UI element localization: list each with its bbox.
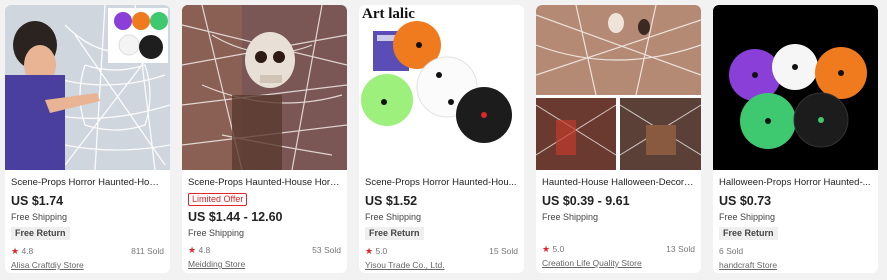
product-title[interactable]: Scene-Props Haunted-House Horro...: [188, 177, 341, 189]
free-return-badge: Free Return: [11, 227, 70, 240]
rating-value: 4.8: [198, 245, 211, 255]
product-title[interactable]: Scene-Props Horror Haunted-House...: [11, 177, 164, 189]
rating-row: ★ 5.0 15 Sold: [365, 246, 518, 257]
sold-count: 811 Sold: [131, 246, 164, 256]
product-image[interactable]: [5, 5, 170, 170]
shipping-label: Free Shipping: [188, 228, 245, 238]
product-title[interactable]: Halloween-Props Horror Haunted-...: [719, 177, 872, 189]
free-return-badge: Free Return: [719, 227, 778, 240]
star-icon: ★: [11, 246, 20, 256]
rating-row: 6 Sold: [719, 246, 872, 257]
image-caption: Art lalic: [362, 6, 415, 22]
product-card[interactable]: Scene-Props Horror Haunted-House... US $…: [5, 5, 170, 273]
product-price: US $1.44 - 12.60: [188, 210, 283, 224]
sold-count: 15 Sold: [489, 246, 518, 256]
product-card[interactable]: Haunted-House Halloween-Decora... US $0.…: [536, 5, 701, 273]
rating-value: 5.0: [375, 246, 388, 256]
rating: ★ 5.0: [542, 244, 564, 255]
sold-count: 53 Sold: [312, 245, 341, 255]
store-link[interactable]: handcraft Store: [719, 260, 872, 271]
product-card[interactable]: Art lalic Scene-Props Horror Haunted-Hou…: [359, 5, 524, 273]
shipping-label: Free Shipping: [542, 212, 599, 222]
shipping-label: Free Shipping: [719, 212, 776, 222]
store-link[interactable]: Alisa Craftdiy Store: [11, 260, 164, 271]
product-card[interactable]: Scene-Props Haunted-House Horro... Limit…: [182, 5, 347, 273]
product-image[interactable]: Art lalic: [359, 5, 524, 170]
rating: ★ 4.8: [188, 245, 210, 256]
free-return-badge: Free Return: [365, 227, 424, 240]
rating-row: ★ 5.0 13 Sold: [542, 244, 695, 255]
product-image[interactable]: [713, 5, 878, 170]
limited-offer-badge: Limited Offer: [188, 193, 248, 206]
sold-count: 13 Sold: [666, 244, 695, 254]
store-link[interactable]: Meidding Store: [188, 259, 341, 270]
product-price: US $1.74: [11, 194, 64, 208]
rating-value: 4.8: [21, 246, 34, 256]
star-icon: ★: [365, 246, 374, 256]
shipping-label: Free Shipping: [11, 212, 68, 222]
rating: ★ 5.0: [365, 246, 387, 257]
product-image[interactable]: [182, 5, 347, 170]
store-link[interactable]: Creation Life Quality Store: [542, 258, 695, 269]
product-image[interactable]: [536, 5, 701, 170]
sold-count: 6 Sold: [719, 246, 744, 256]
shipping-label: Free Shipping: [365, 212, 422, 222]
product-row: Scene-Props Horror Haunted-House... US $…: [0, 0, 887, 280]
product-title[interactable]: Scene-Props Horror Haunted-Hou...: [365, 177, 518, 189]
product-title[interactable]: Haunted-House Halloween-Decora...: [542, 177, 695, 189]
product-card[interactable]: Halloween-Props Horror Haunted-... US $0…: [713, 5, 878, 273]
rating: ★ 4.8: [11, 246, 33, 257]
star-icon: ★: [542, 244, 551, 254]
product-price: US $1.52: [365, 194, 418, 208]
star-icon: ★: [188, 245, 197, 255]
product-price: US $0.39 - 9.61: [542, 194, 630, 208]
store-link[interactable]: Yisou Trade Co., Ltd.: [365, 260, 518, 271]
rating-row: ★ 4.8 53 Sold: [188, 245, 341, 256]
rating-value: 5.0: [552, 244, 565, 254]
rating-row: ★ 4.8 811 Sold: [11, 246, 164, 257]
product-price: US $0.73: [719, 194, 772, 208]
